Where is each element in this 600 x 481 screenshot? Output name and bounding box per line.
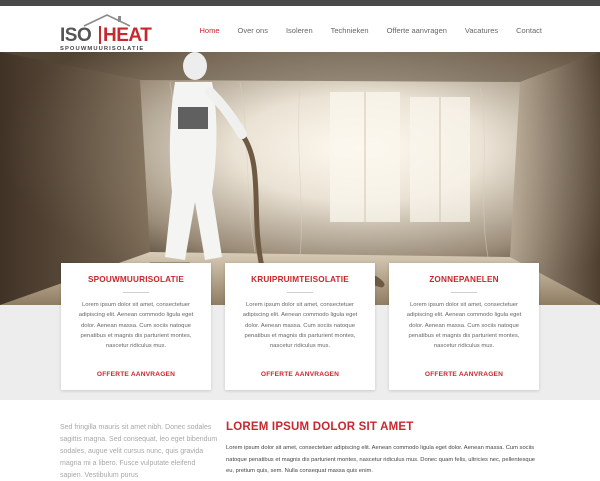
nav-item-over-ons[interactable]: Over ons	[238, 26, 268, 35]
card-title: ZONNEPANELEN	[429, 275, 499, 284]
nav-item-vacatures[interactable]: Vacatures	[465, 26, 498, 35]
card-offerte-link[interactable]: OFFERTE AANVRAGEN	[389, 371, 539, 378]
service-card-zonnepanelen: ZONNEPANELEN Lorem ipsum dolor sit amet,…	[389, 263, 539, 390]
card-offerte-link[interactable]: OFFERTE AANVRAGEN	[61, 371, 211, 378]
main-nav: Home Over ons Isoleren Technieken Offert…	[182, 26, 543, 35]
logo-divider	[99, 26, 101, 44]
logo[interactable]: ISO HEAT SPOUWMUURISOLATIE	[60, 13, 152, 52]
section-text: Lorem ipsum dolor sit amet, consectetuer…	[226, 445, 536, 474]
nav-item-isoleren[interactable]: Isoleren	[286, 26, 313, 35]
nav-item-offerte-aanvragen[interactable]: Offerte aanvragen	[387, 26, 447, 35]
nav-item-home[interactable]: Home	[200, 26, 220, 35]
card-divider	[287, 292, 313, 293]
section-title: LOREM IPSUM DOLOR SIT AMET	[226, 421, 414, 433]
card-divider	[451, 292, 477, 293]
site-header: ISO HEAT SPOUWMUURISOLATIE Home Over ons…	[0, 6, 600, 52]
card-text: Lorem ipsum dolor sit amet, consectetuer…	[242, 302, 358, 350]
logo-text-heat: HEAT	[103, 25, 152, 46]
nav-item-technieken[interactable]: Technieken	[331, 26, 369, 35]
card-title: SPOUWMUURISOLATIE	[87, 275, 185, 284]
card-divider	[123, 292, 149, 293]
service-card-spouwmuurisolatie: SPOUWMUURISOLATIE Lorem ipsum dolor sit …	[61, 263, 211, 390]
logo-text-iso: ISO	[60, 25, 92, 46]
card-title: KRUIPRUIMTEISOLATIE	[251, 275, 349, 284]
card-text: Lorem ipsum dolor sit amet, consectetuer…	[78, 302, 194, 350]
sidebar-intro-text: Sed fringilla mauris sit amet nibh. Done…	[60, 424, 218, 479]
card-text: Lorem ipsum dolor sit amet, consectetuer…	[406, 302, 522, 350]
nav-item-contact[interactable]: Contact	[516, 26, 542, 35]
card-offerte-link[interactable]: OFFERTE AANVRAGEN	[225, 371, 375, 378]
service-card-kruipruimteisolatie: KRUIPRUIMTEISOLATIE Lorem ipsum dolor si…	[225, 263, 375, 390]
